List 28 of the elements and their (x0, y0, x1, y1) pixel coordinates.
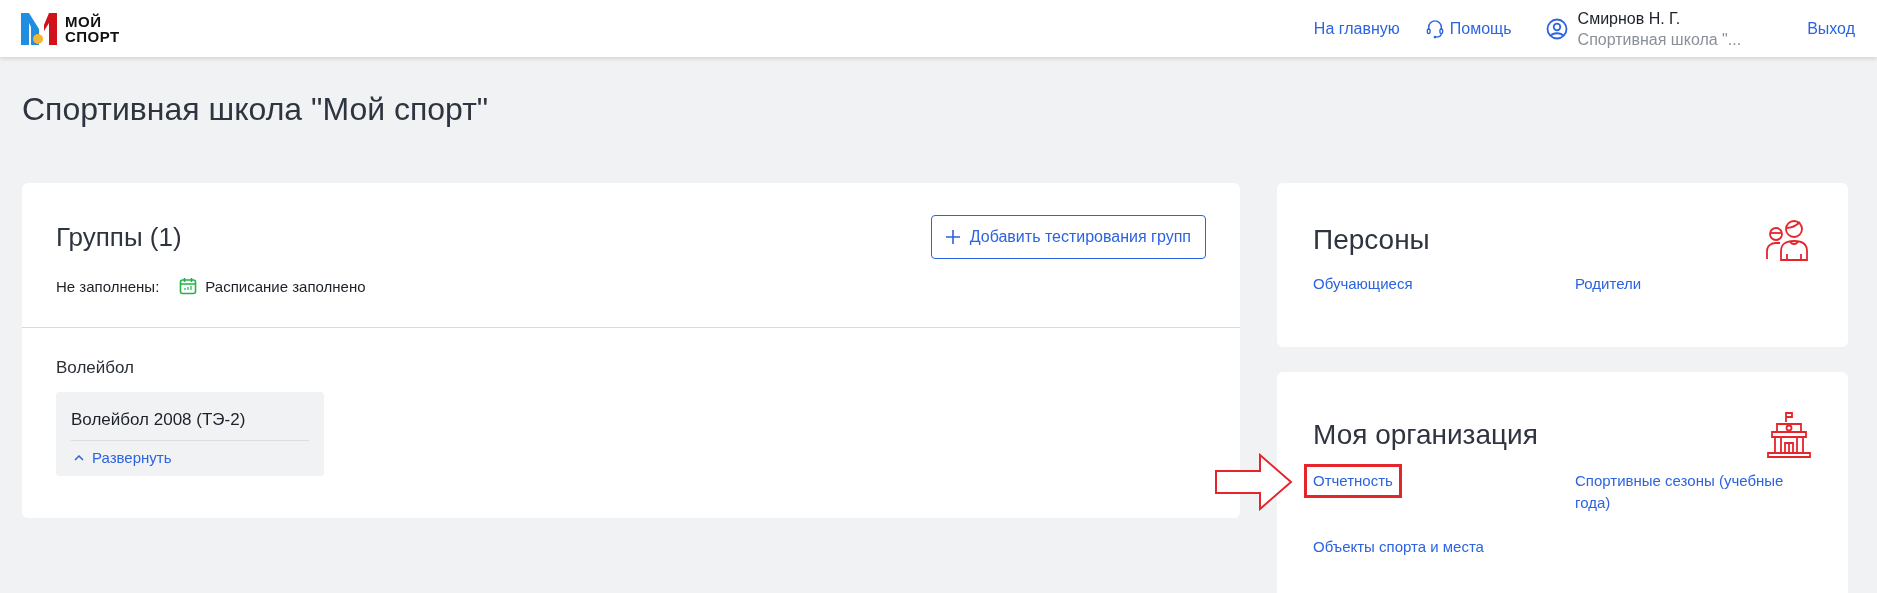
section-link[interactable]: Спортивные сезоны (учебные года) (1566, 464, 1812, 520)
calendar-icon (179, 277, 198, 295)
building-icon (1766, 412, 1812, 458)
add-button[interactable]: Добавить тестирования групп (930, 215, 1206, 259)
plus-icon (945, 230, 960, 244)
page-title: Спортивная школа "Мой спорт" (22, 90, 490, 129)
nav-link[interactable]: Помощь (1425, 18, 1512, 39)
logo-text: МОЙ СПОРТ (65, 13, 120, 44)
nav-link[interactable]: На главную (1313, 19, 1400, 38)
status-label: Не заполнены: (56, 277, 160, 295)
section-link[interactable]: Объекты спорта и места (1304, 530, 1493, 564)
card-title: Группы (1) (56, 221, 182, 253)
chevron-icon (74, 454, 84, 461)
card-title: Персоны (1313, 224, 1430, 256)
logout-link[interactable]: Выход (1807, 19, 1855, 38)
user-icon[interactable] (1545, 17, 1568, 40)
user-organization: Спортивная школа "... (1577, 29, 1742, 50)
expand-link[interactable]: Развернуть (71, 449, 309, 466)
schedule-status: Расписание заполнено (205, 277, 366, 295)
section-link[interactable]: Родители (1566, 267, 1651, 301)
group-name: Волейбол 2008 (ТЭ-2) (71, 410, 309, 441)
user-name: Смирнов Н. Г. (1577, 8, 1682, 29)
card-title: Моя организация (1313, 419, 1538, 451)
section-link[interactable]: Отчетность (1304, 464, 1402, 498)
headset-icon (1425, 18, 1444, 39)
section-link[interactable]: Обучающиеся (1304, 267, 1422, 301)
sport-name: Волейбол (56, 358, 136, 378)
logo-icon (21, 12, 57, 45)
